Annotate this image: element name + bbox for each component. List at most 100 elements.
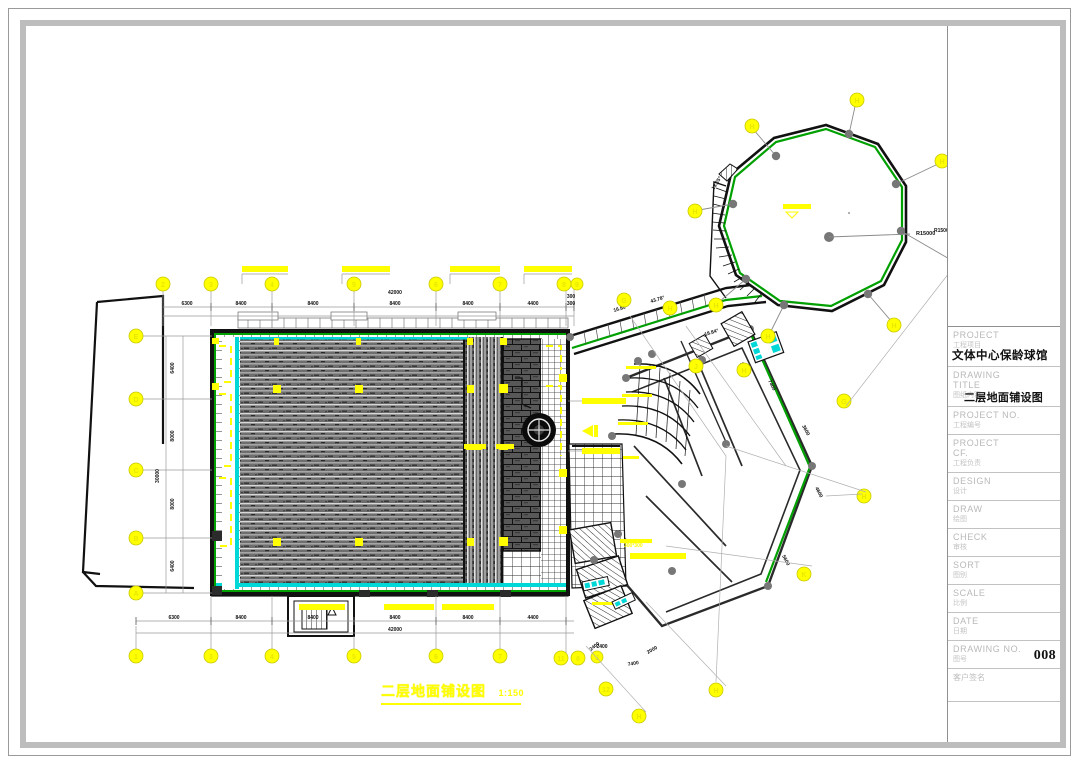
svg-text:5: 5 [352,654,356,661]
svg-text:J: J [694,364,698,371]
tb-value-drawing-title: 二层地面铺设图 [964,392,1044,404]
tb-label-draw-cn: 绘图 [953,516,967,523]
svg-text:8.400: 8.400 [783,204,797,210]
svg-text:8400: 8400 [307,301,318,307]
svg-text:6300: 6300 [168,615,179,621]
svg-text:8400: 8400 [389,301,400,307]
floor-medallion [522,413,556,447]
svg-text:6300: 6300 [181,301,192,307]
stair-top-wing [688,310,756,359]
svg-text:H: H [692,209,697,216]
grid-bubbles-bottom: 1 3 4 5 6 7 11 8 12 [128,648,614,697]
svg-text:H: H [749,124,754,131]
tb-label-project-no-cn: 工程编号 [953,422,981,429]
svg-text:3: 3 [209,654,213,661]
svg-text:6400: 6400 [170,362,176,373]
plan-title-underline [381,703,521,705]
tb-label-project-en: PROJECT [953,330,1000,340]
plan-scale-text: 1:150 [498,688,524,698]
svg-text:H: H [861,494,866,501]
svg-text:8000: 8000 [170,430,176,441]
svg-text:8000: 8000 [170,498,176,509]
svg-text:H: H [891,323,896,330]
svg-text:8400: 8400 [462,615,473,621]
svg-text:5: 5 [352,282,356,289]
svg-text:D: D [133,397,138,404]
tb-row-project-cf: PROJECT CF. 工程负责 [948,434,1060,472]
dim-text-bottom: 6300 8400 8400 8400 8400 4400 42000 2400 [168,615,607,650]
svg-text:9: 9 [575,282,579,289]
svg-text:300: 300 [567,301,576,307]
svg-text:8400: 8400 [235,301,246,307]
main-hall-block [81,294,598,597]
tb-label-design-cn: 设计 [953,488,967,495]
tb-label-project-no-en: PROJECT NO. [953,410,1020,420]
svg-text:1: 1 [134,654,138,661]
tb-label-scale-en: SCALE [953,588,986,598]
svg-text:H: H [636,714,641,721]
svg-text:H: H [939,159,944,166]
tb-label-check-en: CHECK [953,532,988,542]
svg-text:3: 3 [209,282,213,289]
svg-text:4400: 4400 [527,615,538,621]
tb-row-project-no: PROJECT NO. 工程编号 [948,406,1060,434]
svg-text:30000: 30000 [155,469,161,483]
tb-value-project: 文体中心保龄球馆 [952,350,1048,362]
svg-text:7: 7 [498,654,502,661]
drawing-canvas: R15000 8.400 300*300 6300 8400 8400 8400… [26,26,966,742]
svg-text:C: C [133,468,138,475]
tb-row-drawing-title: DRAWING TITLE 图纸内容 二层地面铺设图 [948,366,1060,406]
plan-title-text: 二层地面铺设图 [381,683,486,699]
tb-row-scale: SCALE 比例 [948,584,1060,612]
svg-text:K: K [801,572,806,579]
svg-text:8: 8 [562,282,566,289]
tb-row-project: PROJECT 工程项目 文体中心保龄球馆 [948,326,1060,366]
svg-text:6: 6 [434,282,438,289]
tb-label-date-en: DATE [953,616,979,626]
svg-text:H: H [667,306,672,313]
tb-label-project-cf-cn: 工程负责 [953,460,981,467]
svg-text:H: H [713,688,718,695]
stair-core-south [287,595,355,637]
title-block: PROJECT 工程项目 文体中心保龄球馆 DRAWING TITLE 图纸内容… [947,26,1060,742]
tb-label-sort-en: SORT [953,560,981,570]
svg-text:3600: 3600 [800,424,811,437]
svg-text:G: G [621,298,627,305]
svg-text:4: 4 [270,282,274,289]
svg-text:8400: 8400 [389,615,400,621]
svg-text:11: 11 [557,656,565,663]
svg-text:A: A [133,591,138,598]
svg-text:H: H [741,368,746,375]
svg-text:4600: 4600 [813,486,824,499]
dim-text-left: 6400 8000 8000 6400 30000 [155,362,176,571]
svg-text:B: B [133,536,138,543]
svg-text:4400: 4400 [527,301,538,307]
tb-label-check-cn: 审核 [953,544,967,551]
tb-row-draw: DRAW 绘图 [948,500,1060,528]
svg-text:600*600: 600*600 [242,267,261,273]
cad-sheet: R15000 8.400 300*300 6300 8400 8400 8400… [0,0,1079,764]
svg-text:42000: 42000 [388,290,402,296]
roof-canopy [237,311,569,329]
sheet-body: R15000 8.400 300*300 6300 8400 8400 8400… [26,26,1060,742]
svg-text:4: 4 [270,654,274,661]
grid-bubbles-top: 2 3 4 5 6 7 8 9 [155,276,584,292]
tb-row-drawing-no: DRAWING NO. 图号 008 [948,640,1060,668]
svg-text:300*300: 300*300 [624,543,643,549]
svg-text:600*600: 600*600 [299,605,318,611]
plan-title-block: 二层地面铺设图 1:150 [381,681,524,705]
tb-label-sort-cn: 图别 [953,572,967,579]
svg-text:H: H [713,303,718,310]
svg-text:18.84°: 18.84° [704,328,720,338]
svg-text:H: H [765,334,770,341]
dim-text-top: 6300 8400 8400 8400 8400 4400 300 300 42… [181,290,575,307]
tb-row-design: DESIGN 设计 [948,472,1060,500]
svg-text:2000: 2000 [646,645,659,656]
tb-label-scale-cn: 比例 [953,600,967,607]
tb-row-date: DATE 日期 [948,612,1060,640]
tb-label-draw-en: DRAW [953,504,983,514]
tb-row-check: CHECK 审核 [948,528,1060,556]
stair-cluster-wing: 300*300 [568,521,686,630]
north-arrow-icon [582,425,598,437]
tb-row-signature: 客户签名 [948,668,1060,702]
